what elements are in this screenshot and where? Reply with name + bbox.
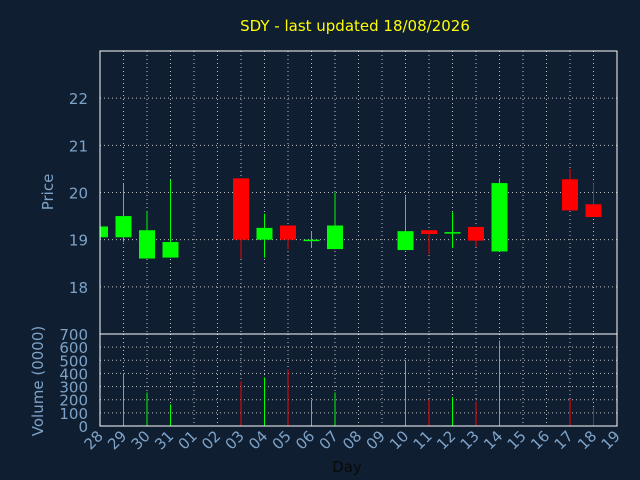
x-tick-label: 04 bbox=[245, 427, 271, 453]
candle bbox=[303, 231, 320, 249]
candle bbox=[162, 179, 179, 258]
candle-body bbox=[256, 227, 273, 240]
candle-body bbox=[421, 230, 437, 235]
volume-bars bbox=[123, 340, 594, 426]
x-tick-label: 18 bbox=[574, 427, 600, 453]
candle bbox=[99, 225, 108, 238]
chart-title: SDY - last updated 18/08/2026 bbox=[240, 17, 470, 35]
x-tick-label: 06 bbox=[292, 427, 318, 453]
price-tick-labels: 18 19 20 21 22 bbox=[69, 90, 88, 297]
x-tick-label: 07 bbox=[316, 427, 342, 453]
price-tick-label: 18 bbox=[69, 279, 88, 297]
x-tick-label: 03 bbox=[222, 427, 248, 453]
x-tick-label: 30 bbox=[128, 427, 154, 453]
price-gridlines bbox=[100, 97, 617, 288]
x-tick-label: 05 bbox=[269, 427, 295, 453]
x-tick-label: 15 bbox=[504, 427, 530, 453]
candle bbox=[562, 168, 578, 211]
volume-tick-label: 700 bbox=[59, 326, 88, 344]
price-tick-label: 19 bbox=[69, 232, 88, 250]
candle bbox=[139, 211, 155, 259]
x-axis-label: Day bbox=[332, 458, 362, 476]
candle-body bbox=[468, 226, 484, 241]
candle-body bbox=[562, 179, 578, 211]
candle-body bbox=[162, 242, 179, 258]
candle bbox=[421, 230, 437, 254]
candle bbox=[256, 213, 273, 258]
candle-body bbox=[233, 178, 249, 240]
x-tick-label: 13 bbox=[457, 427, 483, 453]
x-gridlines bbox=[99, 51, 618, 426]
candle-body bbox=[491, 183, 508, 252]
x-tick-label: 31 bbox=[151, 427, 177, 453]
price-tick-label: 20 bbox=[69, 185, 88, 203]
candle-body bbox=[100, 226, 108, 238]
candle-body bbox=[397, 231, 414, 251]
candle-body bbox=[139, 230, 155, 259]
x-tick-label: 11 bbox=[410, 427, 436, 453]
candle-body bbox=[280, 225, 296, 240]
x-tick-label: 17 bbox=[551, 427, 577, 453]
x-tick-label: 09 bbox=[363, 427, 389, 453]
x-tick-label: 29 bbox=[104, 427, 130, 453]
candle-body bbox=[444, 232, 461, 234]
candle bbox=[444, 212, 461, 249]
x-tick-label: 14 bbox=[480, 427, 506, 453]
candle-body bbox=[303, 239, 320, 242]
x-tick-label: 08 bbox=[339, 427, 365, 453]
candles bbox=[99, 168, 602, 259]
volume-gridlines bbox=[100, 333, 617, 427]
candle bbox=[397, 196, 414, 251]
candle bbox=[327, 192, 343, 250]
x-tick-label: 12 bbox=[433, 427, 459, 453]
x-tick-label: 16 bbox=[527, 427, 553, 453]
candlestick-chart: SDY - last updated 18/08/2026 Price Volu… bbox=[29, 17, 624, 476]
volume-tick-labels: 0100200300400500600700 bbox=[59, 326, 88, 436]
price-tick-label: 22 bbox=[69, 90, 88, 108]
x-tick-label: 02 bbox=[198, 427, 224, 453]
candle bbox=[491, 178, 508, 252]
candle bbox=[280, 225, 296, 250]
x-tick-label: 19 bbox=[598, 427, 624, 453]
candle-body bbox=[585, 204, 602, 218]
volume-axis-label: Volume (0000) bbox=[29, 326, 47, 436]
candle bbox=[233, 178, 249, 259]
candle bbox=[115, 183, 132, 243]
x-tick-label: 01 bbox=[175, 427, 201, 453]
price-tick-label: 21 bbox=[69, 137, 88, 155]
candle-body bbox=[327, 225, 343, 250]
x-tick-label: 10 bbox=[386, 427, 412, 453]
candle-body bbox=[115, 216, 132, 238]
candle bbox=[585, 183, 602, 218]
x-tick-labels: 2829303101020304050607080910111213141516… bbox=[81, 427, 624, 453]
candle bbox=[468, 226, 484, 247]
price-axis-label: Price bbox=[39, 174, 57, 211]
volume-panel-frame bbox=[99, 333, 618, 427]
